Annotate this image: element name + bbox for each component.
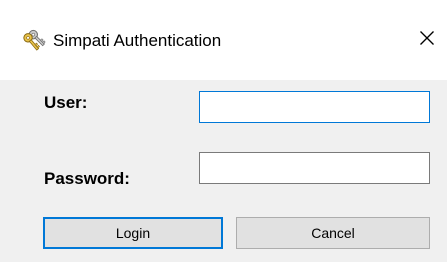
dialog-body: User: Password: Login Cancel: [0, 80, 447, 262]
login-button-label: Login: [115, 225, 151, 241]
password-label: Password:: [44, 169, 130, 188]
window-title: Simpati Authentication: [53, 31, 222, 50]
keys-icon: [21, 28, 47, 54]
close-icon: [419, 30, 435, 51]
user-input[interactable]: [199, 91, 430, 123]
user-label: User:: [44, 93, 88, 112]
password-input[interactable]: [199, 152, 430, 184]
title-bar: Simpati Authentication: [0, 0, 447, 80]
cancel-button-label: Cancel: [311, 225, 355, 241]
auth-dialog: Simpati Authentication User: Password: L…: [0, 0, 447, 262]
cancel-button[interactable]: Cancel: [236, 217, 430, 249]
login-button[interactable]: Login: [43, 217, 223, 249]
close-button[interactable]: [407, 20, 447, 60]
